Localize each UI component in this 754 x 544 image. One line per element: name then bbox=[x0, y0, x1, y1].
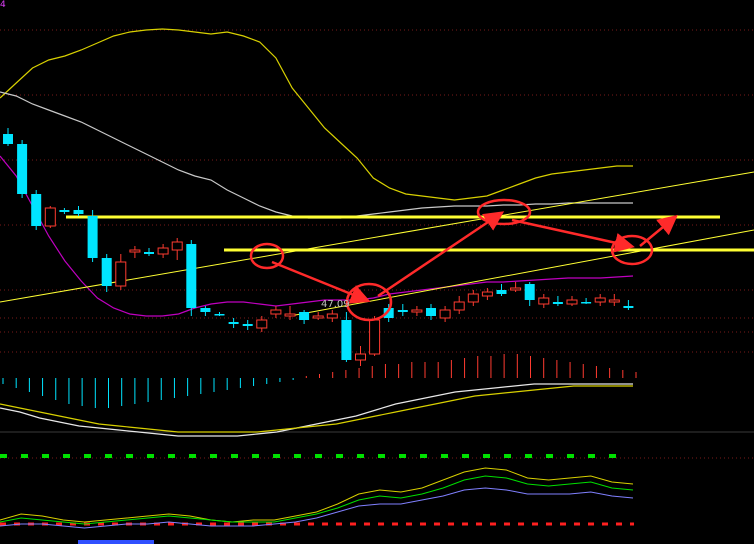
middle-band-line bbox=[0, 91, 633, 219]
trend-arrow bbox=[639, 214, 678, 247]
upper-band-line bbox=[0, 28, 633, 201]
candle-body bbox=[453, 301, 465, 311]
candle-body bbox=[426, 308, 436, 316]
trend-arrow bbox=[271, 260, 371, 304]
candle-body bbox=[594, 297, 606, 303]
candle-body bbox=[214, 314, 225, 316]
chart-canvas[interactable]: 47.09 bbox=[0, 0, 754, 544]
candle-body bbox=[510, 287, 522, 291]
candle-body bbox=[256, 319, 268, 329]
trend-arrow bbox=[511, 218, 635, 253]
candle-body bbox=[73, 210, 84, 214]
candle-body bbox=[538, 297, 550, 305]
candle-body bbox=[581, 302, 592, 304]
osc-line-blue bbox=[0, 487, 634, 529]
oscillator-panel bbox=[0, 454, 634, 544]
candle-body bbox=[284, 313, 296, 317]
candle-body bbox=[524, 284, 535, 300]
candle-body bbox=[369, 319, 381, 355]
candle-body bbox=[481, 291, 493, 297]
candle-body bbox=[200, 308, 211, 312]
candle-body bbox=[397, 310, 408, 312]
candle-body bbox=[3, 134, 13, 144]
candle-body bbox=[355, 353, 366, 361]
candle-body bbox=[157, 247, 169, 255]
candle-body bbox=[115, 261, 127, 287]
candle-body bbox=[171, 241, 183, 251]
candle-body bbox=[144, 252, 154, 254]
candle-body bbox=[17, 144, 28, 194]
candle-body bbox=[312, 315, 324, 319]
candle-body bbox=[299, 312, 310, 320]
macd-panel bbox=[0, 354, 637, 437]
candle-body bbox=[341, 320, 352, 360]
candle-body bbox=[608, 299, 620, 303]
candle-body bbox=[439, 309, 451, 319]
candle-body bbox=[31, 194, 42, 226]
candle-body bbox=[623, 306, 634, 308]
candle-body bbox=[242, 324, 253, 326]
candle-body bbox=[101, 258, 112, 286]
price-note-label: 47.09 bbox=[321, 299, 350, 310]
candle-body bbox=[467, 293, 479, 303]
candle-body bbox=[270, 309, 282, 315]
candle-body bbox=[44, 207, 56, 227]
candle-body bbox=[186, 244, 197, 308]
candle-body bbox=[496, 290, 507, 294]
osc-line-green bbox=[0, 475, 634, 525]
highlight-circle bbox=[345, 282, 393, 322]
scroll-indicator bbox=[78, 540, 154, 544]
candle-body bbox=[552, 302, 563, 304]
candle-body bbox=[59, 210, 70, 212]
candle-body bbox=[411, 309, 423, 313]
candle-body bbox=[87, 216, 98, 258]
candle-body bbox=[228, 322, 239, 324]
bollinger-bands bbox=[0, 28, 634, 317]
lower-trend-line bbox=[289, 229, 754, 317]
candle-body bbox=[129, 249, 141, 253]
stock-chart-window: 47.09 4 bbox=[0, 0, 754, 544]
candle-body bbox=[566, 299, 578, 305]
candle-body bbox=[326, 313, 338, 319]
top-left-tag: 4 bbox=[0, 0, 6, 10]
